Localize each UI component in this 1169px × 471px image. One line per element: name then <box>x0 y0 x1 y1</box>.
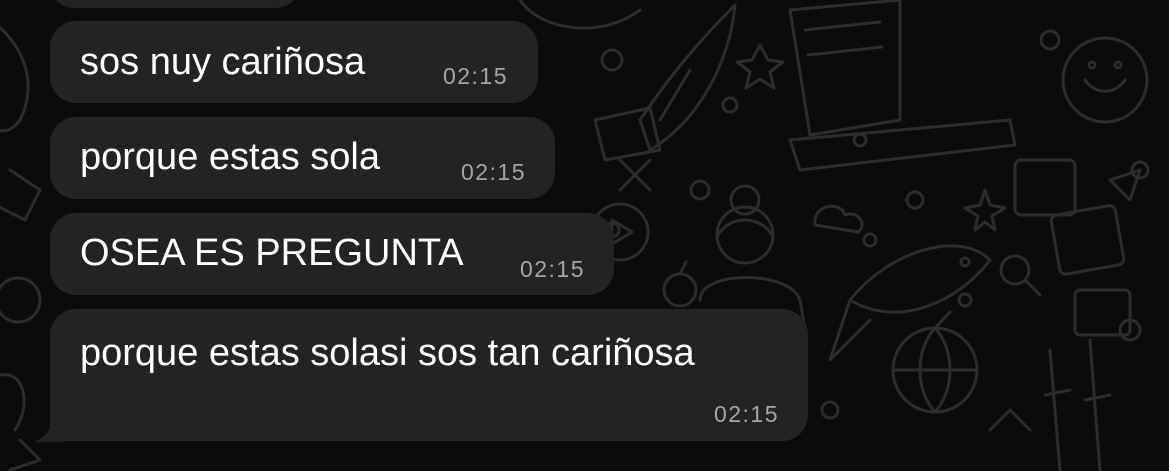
message-timestamp: 02:15 <box>713 401 779 427</box>
message-bubble[interactable]: porque estas sola 02:15 <box>50 117 555 199</box>
message-timestamp: 02:15 <box>460 159 526 185</box>
message-bubble[interactable]: porque estas solasi sos tan cariñosa 02:… <box>50 309 808 441</box>
message-text: OSEA ES PREGUNTA <box>80 232 464 274</box>
message-text: sos nuy cariñosa <box>80 41 366 83</box>
message-timestamp: 02:15 <box>442 63 508 89</box>
message-bubble[interactable]: sos nuy cariñosa 02:15 <box>50 21 538 103</box>
message-bubble[interactable]: OSEA ES PREGUNTA 02:15 <box>50 213 614 295</box>
message-timestamp: 02:15 <box>519 256 585 282</box>
message-text: porque estas sola <box>80 136 380 178</box>
message-text: porque estas solasi sos tan cariñosa <box>80 332 695 374</box>
message-bubble-partial <box>50 0 300 8</box>
